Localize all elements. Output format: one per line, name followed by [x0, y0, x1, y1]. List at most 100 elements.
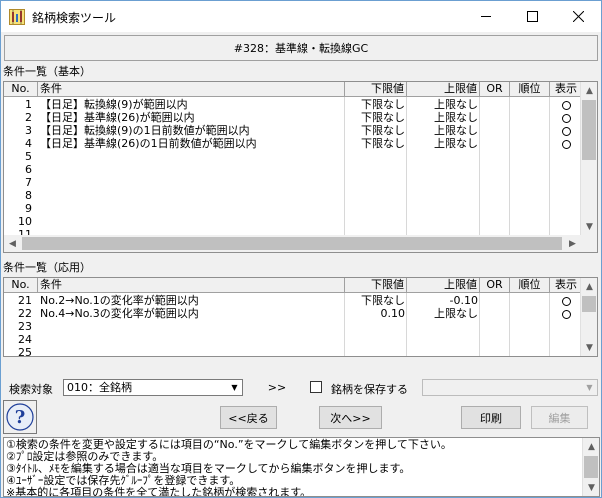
row-lower-limit — [345, 189, 407, 202]
table-row[interactable]: 3 【日足】転換線(9)の1日前数値が範囲以内 下限なし 上限なし — [4, 124, 597, 137]
row-display-toggle[interactable] — [550, 333, 582, 346]
row-condition — [38, 189, 345, 202]
display-circle-icon — [561, 139, 571, 149]
scroll-thumb[interactable] — [582, 100, 596, 160]
table-row[interactable]: 24 — [4, 333, 597, 346]
scroll-down-icon[interactable]: ▼ — [583, 479, 599, 496]
transfer-button[interactable]: >> — [249, 378, 305, 397]
scroll-right-icon[interactable]: ▶ — [564, 235, 581, 252]
table-row[interactable]: 5 — [4, 150, 597, 163]
row-condition: No.2→No.1の変化率が範囲以内 — [40, 294, 199, 307]
next-button[interactable]: 次へ>> — [319, 406, 382, 429]
scroll-up-icon[interactable]: ▲ — [581, 278, 597, 295]
table-row[interactable]: 1 【日足】転換線(9)が範囲以内 下限なし 上限なし — [4, 98, 597, 111]
col-header-no[interactable]: No. — [4, 278, 38, 292]
row-display-toggle[interactable] — [550, 111, 582, 124]
save-stocks-label: 銘柄を保存する — [331, 383, 408, 396]
row-display-toggle[interactable] — [550, 320, 582, 333]
row-upper-limit — [407, 176, 480, 189]
row-upper-limit — [407, 320, 480, 333]
row-upper-limit: 上限なし — [434, 98, 478, 111]
vertical-scrollbar[interactable]: ▲ ▼ — [582, 438, 599, 496]
row-display-toggle[interactable] — [550, 215, 582, 228]
close-button[interactable] — [555, 1, 601, 32]
table-row[interactable]: 6 — [4, 163, 597, 176]
scroll-thumb[interactable] — [582, 296, 596, 312]
help-icon: ? — [6, 403, 34, 431]
horizontal-scrollbar[interactable]: ◀ ▶ — [4, 235, 597, 252]
row-lower-limit — [345, 333, 407, 346]
col-header-lower[interactable]: 下限値 — [345, 82, 407, 96]
print-button[interactable]: 印刷 — [461, 406, 521, 429]
save-stocks-checkbox[interactable] — [310, 381, 322, 393]
row-display-toggle[interactable] — [550, 176, 582, 189]
col-header-cond[interactable]: 条件 — [38, 278, 345, 292]
scroll-up-icon[interactable]: ▲ — [581, 82, 597, 99]
row-no: 24 — [18, 333, 32, 346]
scroll-up-icon[interactable]: ▲ — [583, 438, 599, 455]
row-upper-limit: 上限なし — [434, 137, 478, 150]
table-row[interactable]: 7 — [4, 176, 597, 189]
vertical-scrollbar[interactable]: ▲ ▼ — [580, 82, 597, 235]
row-no: 7 — [25, 176, 32, 189]
search-target-value: 010：全銘柄 — [67, 381, 132, 394]
row-display-toggle[interactable] — [550, 163, 582, 176]
save-target-select[interactable]: ▼ — [422, 379, 598, 396]
col-header-cond[interactable]: 条件 — [38, 82, 345, 96]
col-header-or[interactable]: OR — [480, 278, 510, 292]
edit-button[interactable]: 編集 — [531, 406, 588, 429]
vertical-scrollbar[interactable]: ▲ ▼ — [580, 278, 597, 356]
display-circle-icon — [561, 100, 571, 110]
row-lower-limit: 下限なし — [361, 137, 405, 150]
col-header-lower[interactable]: 下限値 — [345, 278, 407, 292]
row-condition — [38, 215, 345, 228]
table-row[interactable]: 8 — [4, 189, 597, 202]
col-header-show[interactable]: 表示 — [550, 82, 582, 96]
table-row[interactable]: 25 — [4, 346, 597, 356]
table-row[interactable]: 10 — [4, 215, 597, 228]
back-button[interactable]: <<戻る — [220, 406, 277, 429]
row-display-toggle[interactable] — [550, 189, 582, 202]
row-display-toggle[interactable] — [550, 98, 582, 111]
row-display-toggle[interactable] — [550, 150, 582, 163]
col-header-upper[interactable]: 上限値 — [407, 82, 480, 96]
table-row[interactable]: 21 No.2→No.1の変化率が範囲以内 下限なし -0.10 — [4, 294, 597, 307]
row-display-toggle[interactable] — [550, 124, 582, 137]
col-header-rank[interactable]: 順位 — [510, 278, 550, 292]
table-row[interactable]: 23 — [4, 320, 597, 333]
table-row[interactable]: 2 【日足】基準線(26)が範囲以内 下限なし 上限なし — [4, 111, 597, 124]
maximize-button[interactable] — [509, 1, 555, 32]
search-target-select[interactable]: 010：全銘柄 ▼ — [63, 379, 243, 396]
row-lower-limit — [345, 202, 407, 215]
row-lower-limit — [345, 150, 407, 163]
row-lower-limit: 下限なし — [361, 98, 405, 111]
table-row[interactable]: 4 【日足】基準線(26)の1日前数値が範囲以内 下限なし 上限なし — [4, 137, 597, 150]
col-header-show[interactable]: 表示 — [550, 278, 582, 292]
row-display-toggle[interactable] — [550, 202, 582, 215]
row-lower-limit — [345, 346, 407, 356]
app-icon — [9, 9, 25, 25]
scroll-down-icon[interactable]: ▼ — [581, 339, 597, 356]
help-button[interactable]: ? — [3, 400, 37, 434]
scroll-thumb[interactable] — [584, 456, 598, 478]
row-lower-limit: 下限なし — [361, 111, 405, 124]
table-row[interactable]: 22 No.4→No.3の変化率が範囲以内 0.10 上限なし — [4, 307, 597, 320]
col-header-no[interactable]: No. — [4, 82, 38, 96]
row-upper-limit — [407, 333, 480, 346]
row-display-toggle[interactable] — [550, 294, 582, 307]
col-header-or[interactable]: OR — [480, 82, 510, 96]
col-header-rank[interactable]: 順位 — [510, 82, 550, 96]
row-display-toggle[interactable] — [550, 137, 582, 150]
row-display-toggle[interactable] — [550, 307, 582, 320]
scroll-down-icon[interactable]: ▼ — [581, 218, 597, 235]
scroll-thumb[interactable] — [22, 237, 562, 250]
table-row[interactable]: 9 — [4, 202, 597, 215]
row-condition: 【日足】基準線(26)の1日前数値が範囲以内 — [40, 137, 257, 150]
col-header-upper[interactable]: 上限値 — [407, 278, 480, 292]
display-circle-icon — [561, 309, 571, 319]
row-lower-limit — [345, 163, 407, 176]
minimize-button[interactable] — [463, 1, 509, 32]
row-no: 3 — [25, 124, 32, 137]
row-display-toggle[interactable] — [550, 346, 582, 356]
scroll-left-icon[interactable]: ◀ — [4, 235, 21, 252]
